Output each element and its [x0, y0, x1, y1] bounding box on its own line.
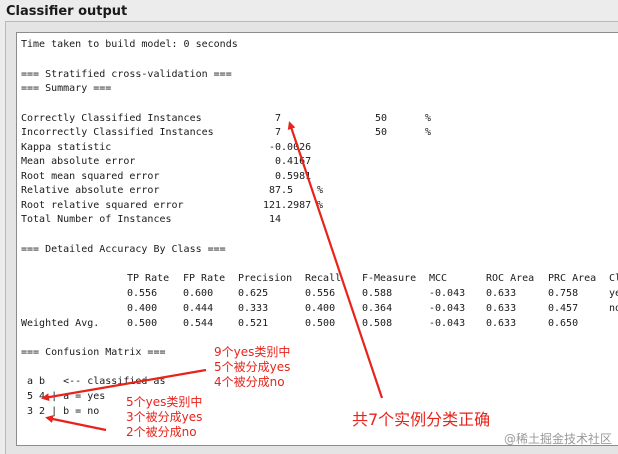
- arrow-to-confusion-row-b: [45, 415, 107, 432]
- annotation-arrows: [41, 121, 384, 432]
- watermark: @稀土掘金技术社区: [503, 432, 612, 446]
- annotation-line: 9个yes类别中: [214, 345, 291, 359]
- annotation-line: 4个被分成no: [214, 375, 285, 389]
- annotation-line: 5个yes类别中: [126, 395, 203, 409]
- arrow-to-correctly-classified: [287, 121, 384, 399]
- annotation-line: 3个被分成yes: [126, 410, 203, 424]
- annotation-total-correct: 共7个实例分类正确: [352, 410, 491, 429]
- arrow-to-confusion-row-a: [41, 368, 207, 402]
- annotation-row-a: 9个yes类别中 5个被分成yes 4个被分成no: [214, 345, 290, 390]
- annotation-row-b: 5个yes类别中 3个被分成yes 2个被分成no: [126, 395, 202, 440]
- annotation-line: 2个被分成no: [126, 425, 197, 439]
- annotation-line: 5个被分成yes: [214, 360, 291, 374]
